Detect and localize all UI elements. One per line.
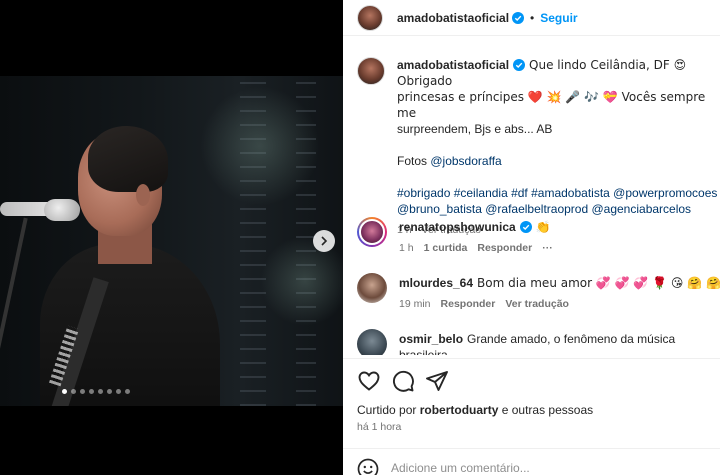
post-time: há 1 hora (357, 421, 402, 433)
comment-text: 👏 (535, 220, 551, 234)
emoji-icon[interactable] (357, 458, 379, 475)
post-photo[interactable] (0, 76, 343, 406)
carousel-dot (80, 389, 85, 394)
caption-avatar[interactable] (357, 57, 385, 85)
comment-time: 19 min (399, 298, 431, 310)
verified-badge-icon (512, 11, 525, 24)
comment-item: mlourdes_64 Bom dia meu amor 💞 💞 💞 🌹 😘 🤗 … (357, 273, 720, 312)
caption: amadobatistaoficial Que lindo Ceilândia, … (357, 57, 720, 238)
comment-item: osmir_belo Grande amado, o fenômeno da mú… (357, 329, 720, 355)
follow-button[interactable]: Seguir (540, 11, 577, 25)
likes-summary[interactable]: Curtido por robertoduarty e outras pesso… (357, 403, 593, 417)
comment-username[interactable]: renatatopshowunica (399, 220, 516, 234)
verified-badge-icon (519, 221, 532, 233)
author-username[interactable]: amadobatistaoficial (397, 11, 509, 25)
post-panel: amadobatistaoficial • Seguir amadobatist… (343, 0, 720, 475)
post-header: amadobatistaoficial • Seguir (343, 0, 720, 36)
comment-time: 1 h (399, 242, 414, 254)
caption-text-line3: surpreendem, Bjs e abs... AB (397, 122, 553, 136)
comment-avatar[interactable] (357, 273, 387, 303)
comments-list[interactable]: amadobatistaoficial Que lindo Ceilândia, … (343, 37, 720, 355)
comment-username[interactable]: mlourdes_64 (399, 276, 473, 290)
caption-tags-line2[interactable]: @bruno_batista @rafaelbeltraoprod @agenc… (397, 202, 691, 216)
verified-badge-icon (513, 59, 526, 71)
photos-mention-link[interactable]: @jobsdoraffa (430, 154, 501, 168)
comment-username[interactable]: osmir_belo (399, 332, 463, 346)
action-bar (343, 358, 720, 398)
comment-icon[interactable] (391, 369, 415, 393)
comment-avatar[interactable] (357, 217, 387, 247)
carousel-dot (116, 389, 121, 394)
caption-username[interactable]: amadobatistaoficial (397, 58, 509, 72)
more-options-icon[interactable]: ··· (542, 240, 553, 256)
caption-photos-prefix: Fotos (397, 154, 431, 168)
comment-input[interactable] (391, 458, 691, 475)
carousel-dot (107, 389, 112, 394)
separator-dot: • (530, 10, 535, 25)
heart-icon[interactable] (357, 369, 381, 393)
liked-prefix: Curtido por (357, 403, 420, 417)
liked-user[interactable]: robertoduarty (420, 403, 499, 417)
next-slide-button[interactable] (313, 230, 335, 252)
carousel-dot (98, 389, 103, 394)
add-comment-bar (343, 448, 720, 475)
caption-tags-line1[interactable]: #obrigado #ceilandia #df #amadobatista @… (397, 186, 717, 200)
caption-text-line2: princesas e príncipes ❤️ 💥 🎤 🎶 💝 Vocês s… (397, 90, 706, 120)
carousel-dot (62, 389, 67, 394)
carousel-indicator (62, 389, 130, 394)
carousel-dot (71, 389, 76, 394)
comment-text: Bom dia meu amor 💞 💞 💞 🌹 😘 🤗 🤗 (477, 276, 720, 290)
comment-likes[interactable]: 1 curtida (424, 240, 468, 256)
post-media (0, 0, 343, 475)
author-avatar[interactable] (357, 4, 383, 31)
chevron-right-icon (321, 236, 328, 246)
carousel-dot (89, 389, 94, 394)
carousel-dot (125, 389, 130, 394)
comment-translate-link[interactable]: Ver tradução (505, 296, 569, 312)
comment-avatar[interactable] (357, 329, 387, 355)
reply-button[interactable]: Responder (441, 296, 496, 312)
liked-suffix: e outras pessoas (498, 403, 594, 417)
post-modal: amadobatistaoficial • Seguir amadobatist… (0, 0, 720, 475)
comment-item: renatatopshowunica 👏 1 h 1 curtida Respon… (357, 217, 720, 256)
reply-button[interactable]: Responder (477, 240, 532, 256)
share-icon[interactable] (425, 369, 449, 393)
